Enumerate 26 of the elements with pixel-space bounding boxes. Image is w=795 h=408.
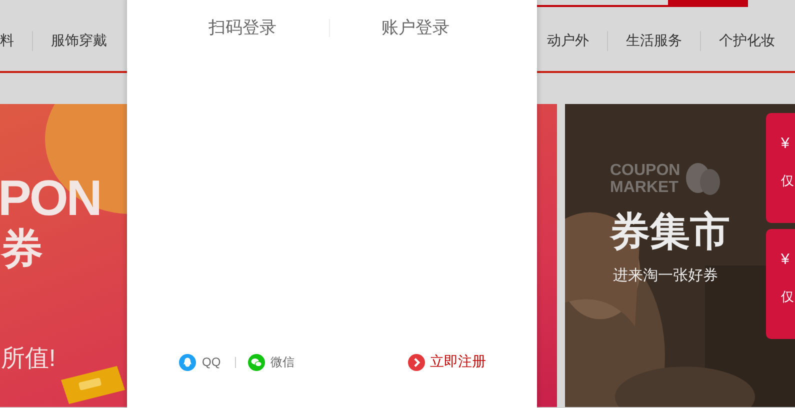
social-login-link[interactable]: 微信 <box>248 354 295 370</box>
login-tab[interactable]: 账户登录 <box>382 16 450 39</box>
chevron-icon <box>408 354 425 370</box>
banner-subtitle: 进来淘一张好券 <box>613 266 718 285</box>
register-link[interactable]: 立即注册 <box>408 353 486 371</box>
coupon-card[interactable]: ¥ 仅 <box>766 229 795 339</box>
logo-text: MARKET <box>610 179 680 196</box>
category-link[interactable]: 服饰穿戴 <box>33 32 125 50</box>
category-link[interactable]: 生活服务 <box>608 32 700 50</box>
banner-headline: PON <box>0 172 100 224</box>
coupon-note: 仅 <box>781 288 795 306</box>
category-link[interactable]: 个护化妆 <box>701 32 793 50</box>
bean-icon <box>684 162 720 196</box>
coupon-note: 仅 <box>781 172 795 190</box>
chat-bubbles-icon <box>248 354 265 370</box>
banner-slogan: 所值! <box>1 344 56 374</box>
login-tab[interactable]: 扫码登录 <box>208 16 276 39</box>
banner-title: 券 <box>1 224 43 274</box>
logo-text: COUPON <box>610 162 680 179</box>
coupon-card[interactable]: ¥ 仅 <box>766 113 795 223</box>
coupon-price: ¥ <box>781 251 790 268</box>
social-login-link[interactable]: QQ <box>179 354 221 370</box>
category-link[interactable]: 料 <box>0 32 32 50</box>
banner-title: 券集市 <box>610 209 730 256</box>
coupon-price: ¥ <box>781 135 790 152</box>
penguin-icon <box>179 354 196 370</box>
